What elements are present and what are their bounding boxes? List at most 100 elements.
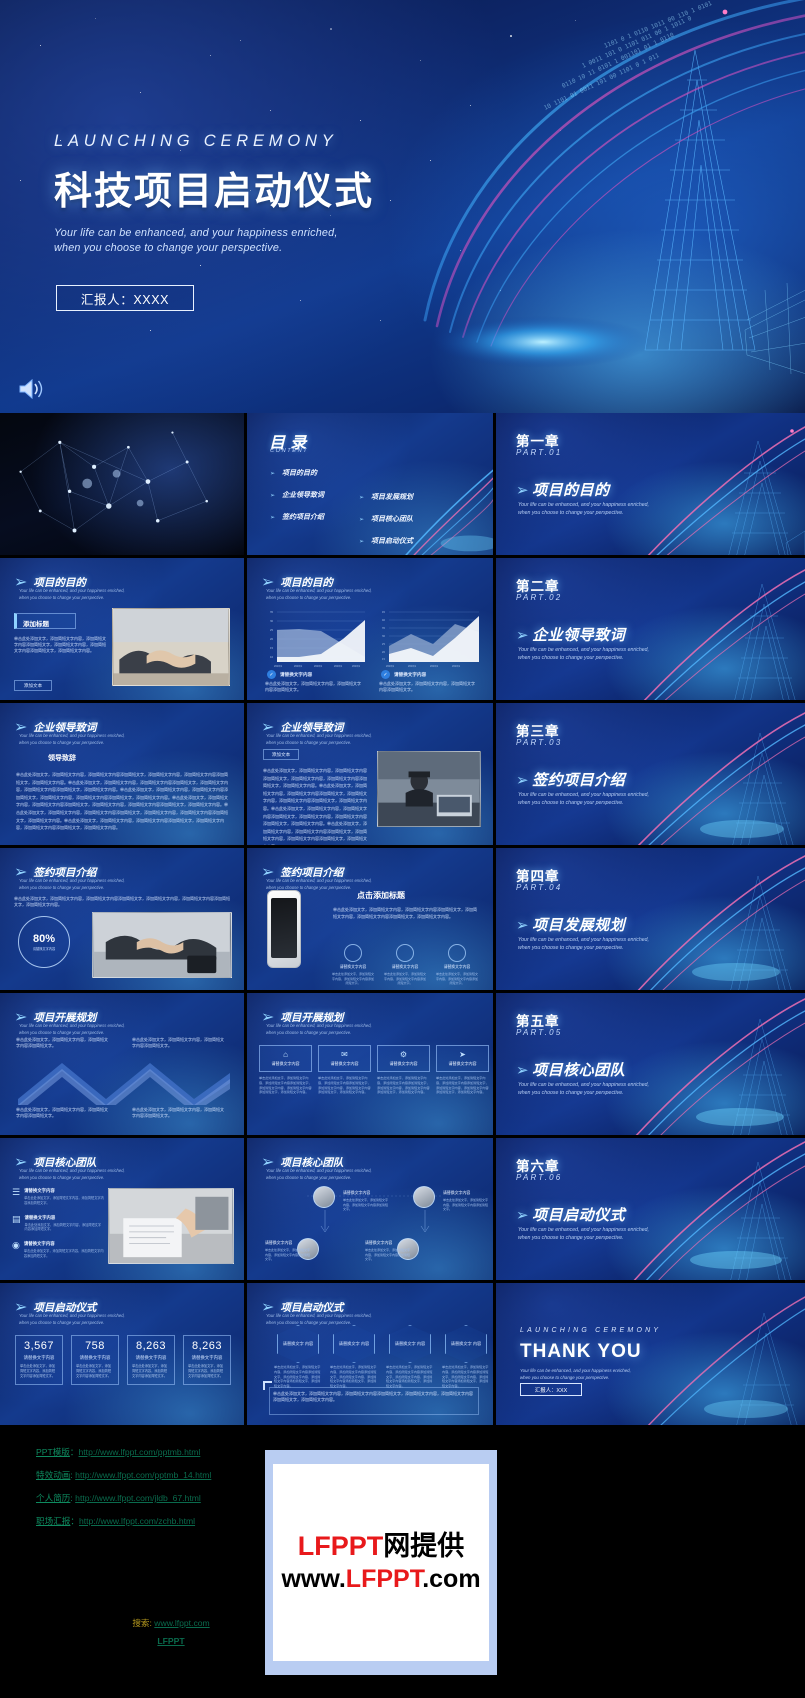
search-url-link[interactable]: www.lfppt.com [154, 1618, 209, 1628]
footer-link-url[interactable]: http://www.lfppt.com/jldb_67.html [75, 1493, 201, 1503]
footer-link-label[interactable]: PPT模版 [36, 1447, 70, 1457]
stat-card[interactable]: 8,263 请替换文字内容 单击此处添加文字，添加简短文字内容，添加简短文字内容… [127, 1335, 175, 1385]
hex-tile[interactable]: 请替换文字 内容 [445, 1325, 487, 1363]
arrow-icon: ➢ [359, 494, 364, 501]
team-member[interactable]: 请替换文字内容 单击此处添加文字，添加简短文字内容，添加简短文字内容添加简短文字… [265, 1240, 311, 1262]
icon-card-body: 单击此处添加文字，添加简短文字内容，添加简短文字内容添加简短文字，添加简短文字内… [318, 1076, 371, 1095]
feature-item[interactable]: ◉ 请替换文字内容 单击此处添加文字，添加简短文字内容，添加简短文字内容添加简短… [12, 1241, 104, 1259]
arrow-icon: ➢ [270, 470, 275, 477]
watermark-line-2: www.LFPPT.com [281, 1564, 480, 1595]
toc-item[interactable]: ➢ 签约项目介绍 [270, 512, 324, 522]
reporter-field[interactable]: 汇报人：XXXX [56, 285, 194, 311]
add-text-button[interactable]: 添加文本 [14, 680, 52, 691]
toc-eyebrow: CONTENT [270, 448, 308, 454]
arrow-icon: ➢ [516, 917, 529, 934]
team-member-body: 单击此处添加文字，添加简短文字内容，添加简短文字内容添加简短文字。 [365, 1248, 411, 1262]
stat-body: 单击此处添加文字，添加简短文字内容，添加简短文字内容添加简短文字。 [184, 1364, 230, 1378]
toc-item-label: 项目启动仪式 [371, 536, 413, 546]
slide-thumbnail-chapter[interactable]: 第六章 PART.06 ➢ 项目启动仪式 Your life can be enh… [496, 1138, 805, 1283]
footer-link-label[interactable]: 特效动画 [36, 1470, 70, 1480]
arrow-icon: ➢ [359, 538, 364, 545]
hex-tile[interactable]: 请替换文字 内容 [389, 1325, 431, 1363]
photo-handshake [112, 608, 230, 686]
team-member-body: 单击此处添加文字，添加简短文字内容，添加简短文字内容添加简短文字。 [443, 1198, 489, 1212]
avatar [313, 1186, 335, 1208]
tile[interactable]: 请替换文字内容 单击此处添加文字，添加简短文字内容，添加简短文字内容添加简短文字… [383, 944, 427, 986]
slide-thumbnail-content[interactable]: ➢ 项目的目的 Your life can be enhanced, and y… [0, 558, 247, 703]
icon-card[interactable]: ✉ 请替换文字内容 单击此处添加文字，添加简短文字内容，添加简短文字内容添加简短… [318, 1045, 371, 1095]
toc-item[interactable]: ➢ 项目发展规划 [359, 492, 413, 502]
icon-card[interactable]: ⌂ 请替换文字内容 单击此处添加文字，添加简短文字内容，添加简短文字内容添加简短… [259, 1045, 312, 1095]
toc-item[interactable]: ➢ 项目核心团队 [359, 514, 413, 524]
slide-thumbnail-phone[interactable]: ➢ 签约项目介绍 Your life can be enhanced, and … [247, 848, 496, 993]
footer-link-separator: ： [70, 1447, 79, 1457]
toc-item[interactable]: ➢ 企业领导致词 [270, 490, 324, 500]
icon-card-label: 请替换文字内容 [440, 1061, 485, 1067]
slide-thumbnail-text[interactable]: ➢ 企业领导致词 Your life can be enhanced, and … [0, 703, 247, 848]
slide-thumbnail-photo[interactable]: ➢ 企业领导致词 Your life can be enhanced, and … [247, 703, 496, 848]
slide-thumbnail[interactable] [0, 413, 247, 558]
footer-link-url[interactable]: http://www.lfppt.com/pptmb_14.html [75, 1470, 211, 1480]
slide-thumbnail-chapter[interactable]: 第五章 PART.05 ➢ 项目核心团队 Your life can be enh… [496, 993, 805, 1138]
icon-card[interactable]: ➤ 请替换文字内容 单击此处添加文字，添加简短文字内容，添加简短文字内容添加简短… [436, 1045, 489, 1095]
stat-value: 3,567 [16, 1340, 62, 1352]
thankyou-eyebrow: LAUNCHING CEREMONY [520, 1327, 661, 1334]
svg-text:45: 45 [382, 611, 385, 614]
toc-item[interactable]: ➢ 项目的目的 [270, 468, 324, 478]
team-member[interactable]: 请替换文字内容 单击此处添加文字，添加简短文字内容，添加简短文字内容添加简短文字… [343, 1190, 389, 1212]
slide-thumbnail-chapter[interactable]: 第三章 PART.03 ➢ 签约项目介绍 Your life can be enh… [496, 703, 805, 848]
icon-card[interactable]: ⚙ 请替换文字内容 单击此处添加文字，添加简短文字内容，添加简短文字内容添加简短… [377, 1045, 430, 1095]
team-member[interactable]: 请替换文字内容 单击此处添加文字，添加简短文字内容，添加简短文字内容添加简短文字… [443, 1190, 489, 1212]
team-member[interactable]: 请替换文字内容 单击此处添加文字，添加简短文字内容，添加简短文字内容添加简短文字… [365, 1240, 411, 1262]
hex-tile[interactable]: 请替换文字 内容 [333, 1325, 375, 1363]
slide-thumbnail-chapter[interactable]: 第四章 PART.04 ➢ 项目发展规划 Your life can be enh… [496, 848, 805, 993]
progress-ring: 80% 请替换文字内容 [18, 916, 70, 968]
svg-text:2018/1: 2018/1 [274, 665, 283, 668]
stat-card[interactable]: 3,567 请替换文字内容 单击此处添加文字，添加简短文字内容，添加简短文字内容… [15, 1335, 63, 1385]
feature-item[interactable]: ▤ 请替换文字内容 单击此处添加文字，添加简短文字内容，添加简短文字内容添加简短… [12, 1215, 104, 1233]
speaker-icon[interactable] [17, 377, 45, 401]
svg-text:40: 40 [382, 619, 385, 622]
slide-thumbnail-list[interactable]: ➢ 项目核心团队 Your life can be enhanced, and … [0, 1138, 247, 1283]
add-text-button[interactable]: 添加文本 [263, 749, 299, 760]
tile-icon [344, 944, 362, 962]
corner-mark-icon [263, 1381, 272, 1390]
tile[interactable]: 请替换文字内容 单击此处添加文字，添加简短文字内容，添加简短文字内容添加简短文字… [435, 944, 479, 986]
thankyou-subtitle: Your life can be enhanced, and your happ… [520, 1367, 670, 1381]
hex-tile[interactable]: 请替换文字 内容 [277, 1325, 319, 1363]
tile-row: 请替换文字内容 单击此处添加文字，添加简短文字内容，添加简短文字内容添加简短文字… [331, 944, 479, 986]
stat-body: 单击此处添加文字，添加简短文字内容，添加简短文字内容添加简短文字。 [16, 1364, 62, 1378]
summary-text: 单击此处添加文字，添加简短文字内容，添加简短文字内容添加简短文字，添加简短文字内… [273, 1391, 473, 1403]
slide-thumbnail-hex[interactable]: ➢ 项目启动仪式 Your life can be enhanced, and … [247, 1283, 496, 1428]
slide-thumbnail-toc[interactable]: 目 录 CONTENT ➢ 项目的目的 ➢ 企业领导致词 ➢ 签约项目介绍 ➢ … [247, 413, 496, 558]
slide-thumbnail-thankyou[interactable]: LAUNCHING CEREMONY THANK YOU Your life c… [496, 1283, 805, 1428]
slide-thumbnail-stats[interactable]: ➢ 项目启动仪式 Your life can be enhanced, and … [0, 1283, 247, 1428]
feature-body: 单击此处添加文字，添加简短文字内容，添加简短文字内容添加简短文字。 [24, 1249, 104, 1259]
slide-thumbnail-team[interactable]: ➢ 项目核心团队 Your life can be enhanced, and … [247, 1138, 496, 1283]
ring-caption: 请替换文字内容 [24, 947, 64, 951]
icon-card-label: 请替换文字内容 [263, 1061, 308, 1067]
slide-thumbnail-ring[interactable]: ➢ 签约项目介绍 Your life can be enhanced, and … [0, 848, 247, 993]
footer-link-label[interactable]: 个人简历 [36, 1493, 70, 1503]
footer-link-url[interactable]: http://www.lfppt.com/pptmb.html [79, 1447, 201, 1457]
tile[interactable]: 请替换文字内容 单击此处添加文字，添加简短文字内容，添加简短文字内容添加简短文字… [331, 944, 375, 986]
footer-link-url[interactable]: http://www.lfppt.com/zchb.html [79, 1516, 195, 1526]
check-icon: ✓ [381, 670, 390, 679]
svg-text:10: 10 [270, 656, 274, 659]
icon-card-label: 请替换文字内容 [381, 1061, 426, 1067]
arrow-icon: ➢ [516, 482, 529, 499]
tile-label: 请替换文字内容 [383, 965, 427, 970]
footer-link-label[interactable]: 职场汇报 [36, 1516, 70, 1526]
slide-thumbnail-icons[interactable]: ➢ 项目开展规划 Your life can be enhanced, and … [247, 993, 496, 1138]
watermark-panel: LFPPT网提供 www.LFPPT.com [265, 1450, 497, 1675]
slide-thumbnail-charts[interactable]: ➢ 项目的目的 Your life can be enhanced, and y… [247, 558, 496, 703]
body-text: 单击此处添加文字，添加简短文字内容，添加简短文字内容添加简短文字，添加简短文字内… [263, 767, 367, 848]
feature-item[interactable]: ☰ 请替换文字内容 单击此处添加文字，添加简短文字内容，添加简短文字内容添加简短… [12, 1188, 104, 1206]
stat-card[interactable]: 758 请替换文字内容 单击此处添加文字，添加简短文字内容，添加简短文字内容添加… [71, 1335, 119, 1385]
toc-item[interactable]: ➢ 项目启动仪式 [359, 536, 413, 546]
slide-thumbnail-chapter[interactable]: 第二章 PART.02 ➢ 企业领导致词 Your life can be enh… [496, 558, 805, 703]
stat-card[interactable]: 8,263 请替换文字内容 单击此处添加文字，添加简短文字内容，添加简短文字内容… [183, 1335, 231, 1385]
slide-thumbnail-zigzag[interactable]: ➢ 项目开展规划 Your life can be enhanced, and … [0, 993, 247, 1138]
stat-value: 8,263 [128, 1340, 174, 1352]
slide-thumbnail-chapter[interactable]: 第一章 PART.01 ➢ 项目的目的 Your life can be enha… [496, 413, 805, 558]
